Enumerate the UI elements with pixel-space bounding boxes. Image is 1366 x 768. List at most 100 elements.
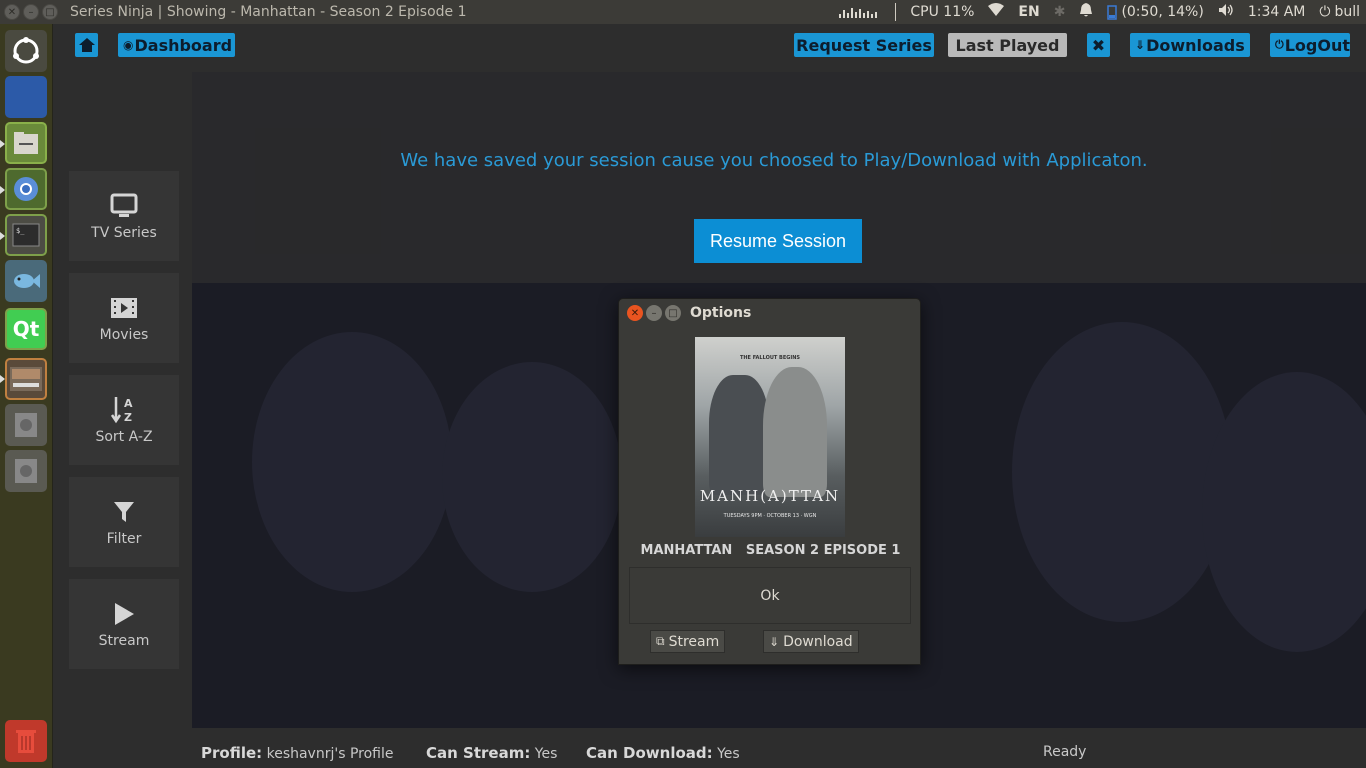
logout-label: LogOut — [1284, 35, 1350, 55]
sort-az-icon: AZ — [109, 395, 139, 425]
wifi-icon[interactable] — [988, 3, 1005, 21]
can-stream-value: Yes — [534, 746, 558, 762]
sidebar-item-label: TV Series — [91, 225, 157, 241]
svg-text:Z: Z — [124, 411, 132, 424]
dialog-maximize-button[interactable]: □ — [665, 305, 681, 321]
download-icon: ⇓ — [769, 634, 780, 649]
power-icon: ⏻ — [1319, 4, 1331, 20]
sidebar-item-filter[interactable]: Filter — [69, 477, 179, 567]
battery-text: (0:50, 14%) — [1121, 4, 1204, 20]
notification-bell-icon[interactable] — [1079, 2, 1093, 22]
stream-button[interactable]: ⧉ Stream — [650, 630, 725, 653]
dialog-title: Options — [690, 305, 752, 321]
dialog-close-button[interactable]: ✕ — [627, 305, 643, 321]
cpu-graph-icon — [837, 4, 881, 20]
can-stream-label: Can Stream: — [426, 744, 531, 762]
settings-button[interactable]: ✖ — [1087, 33, 1110, 57]
can-download-status: Can Download: Yes — [586, 744, 740, 762]
sidebar-item-label: Filter — [106, 531, 142, 547]
ubuntu-dash-icon[interactable] — [5, 30, 47, 72]
trash-icon[interactable] — [5, 720, 47, 762]
dashboard-button[interactable]: ◉ Dashboard — [118, 33, 235, 57]
keyboard-language[interactable]: EN — [1018, 4, 1039, 20]
tools-icon: ✖ — [1091, 35, 1106, 55]
session-notice: We have saved your session cause you cho… — [192, 72, 1366, 283]
can-download-label: Can Download: — [586, 744, 713, 762]
can-download-value: Yes — [717, 746, 740, 762]
downloads-label: Downloads — [1146, 35, 1245, 55]
logout-button[interactable]: ⏻ LogOut — [1270, 33, 1350, 57]
resume-session-button[interactable]: Resume Session — [694, 219, 862, 263]
chromium-icon[interactable] — [5, 168, 47, 210]
downloads-button[interactable]: ⇓ Downloads — [1130, 33, 1250, 57]
poster-figure — [709, 375, 769, 495]
dashboard-icon: ◉ — [123, 38, 134, 52]
request-series-button[interactable]: Request Series — [794, 33, 934, 57]
maximize-window-button[interactable]: □ — [42, 4, 58, 20]
film-icon — [109, 293, 139, 323]
minimize-window-button[interactable]: – — [23, 4, 39, 20]
sidebar-item-label: Movies — [99, 327, 149, 343]
sidebar-item-label: Sort A-Z — [95, 429, 153, 445]
status-bar: Profile: keshavnrj's Profile Can Stream:… — [192, 730, 1366, 768]
background-image — [252, 332, 452, 592]
close-window-button[interactable]: ✕ — [4, 4, 20, 20]
poster-title: MANH(A)TTAN — [699, 487, 841, 505]
fish-app-icon[interactable] — [5, 260, 47, 302]
options-dialog: ✕ – □ Options THE FALLOUT BEGINS MANH(A)… — [618, 298, 921, 665]
ready-status: Ready — [1043, 744, 1087, 760]
background-image — [1202, 372, 1366, 652]
profile-value: keshavnrj's Profile — [266, 746, 394, 762]
series-ninja-icon[interactable] — [5, 358, 47, 400]
background-image — [442, 362, 622, 592]
download-arrow-icon: ⇓ — [1135, 38, 1146, 52]
clock[interactable]: 1:34 AM — [1248, 4, 1306, 20]
sidebar-item-label: Stream — [98, 633, 150, 649]
qt-creator-icon[interactable]: Qt — [5, 308, 47, 350]
sidebar-item-movies[interactable]: Movies — [69, 273, 179, 363]
terminal-icon[interactable]: $_ — [5, 214, 47, 256]
play-icon — [109, 599, 139, 629]
stream-icon: ⧉ — [656, 634, 665, 648]
window-title: Series Ninja | Showing - Manhattan - Sea… — [70, 4, 467, 20]
desktop-icon[interactable] — [5, 76, 47, 118]
stream-label: Stream — [668, 633, 720, 650]
navbar: ◉ Dashboard Request Series Last Played ✖… — [53, 24, 1366, 72]
svg-text:$_: $_ — [16, 227, 25, 235]
home-button[interactable] — [75, 33, 98, 57]
profile-label: Profile: — [201, 744, 263, 762]
system-tray: CPU 11% EN ✱ (0:50, 14%) 1:34 AM ⏻ bull — [837, 0, 1366, 24]
profile-status: Profile: keshavnrj's Profile — [201, 744, 394, 762]
power-icon: ⏻ — [1275, 38, 1284, 51]
svg-text:A: A — [124, 397, 133, 410]
episode-title: MANHATTAN SEASON 2 EPISODE 1 — [640, 543, 901, 558]
sidebar-item-tv-series[interactable]: TV Series — [69, 171, 179, 261]
dashboard-label: Dashboard — [134, 35, 233, 55]
unity-launcher: $_ Qt — [0, 24, 53, 768]
disk-drive-icon[interactable] — [5, 404, 47, 446]
download-button[interactable]: ⇓ Download — [763, 630, 859, 653]
request-series-label: Request Series — [796, 35, 932, 55]
files-icon[interactable] — [5, 122, 47, 164]
bluetooth-icon[interactable]: ✱ — [1054, 4, 1066, 20]
user-menu[interactable]: ⏻ bull — [1319, 4, 1360, 20]
sidebar-item-sort[interactable]: AZ Sort A-Z — [69, 375, 179, 465]
window-controls: ✕ – □ — [4, 4, 58, 20]
filter-icon — [109, 497, 139, 527]
poster-tagline: THE FALLOUT BEGINS — [739, 355, 801, 361]
last-played-label: Last Played — [955, 35, 1060, 55]
dialog-titlebar[interactable]: ✕ – □ Options — [619, 299, 920, 327]
dialog-minimize-button[interactable]: – — [646, 305, 662, 321]
volume-icon[interactable] — [1218, 3, 1234, 21]
poster-footer: TUESDAYS 9PM · OCTOBER 13 · WGN — [723, 513, 817, 519]
last-played-button[interactable]: Last Played — [948, 33, 1067, 57]
cpu-indicator[interactable]: CPU 11% — [910, 4, 974, 20]
sidebar-item-stream[interactable]: Stream — [69, 579, 179, 669]
username: bull — [1334, 4, 1360, 20]
disk-drive-icon[interactable] — [5, 450, 47, 492]
ok-button[interactable]: Ok — [629, 567, 911, 624]
battery-icon — [1107, 5, 1118, 20]
battery-indicator[interactable]: (0:50, 14%) — [1107, 4, 1204, 20]
can-stream-status: Can Stream: Yes — [426, 744, 557, 762]
download-label: Download — [783, 633, 853, 650]
